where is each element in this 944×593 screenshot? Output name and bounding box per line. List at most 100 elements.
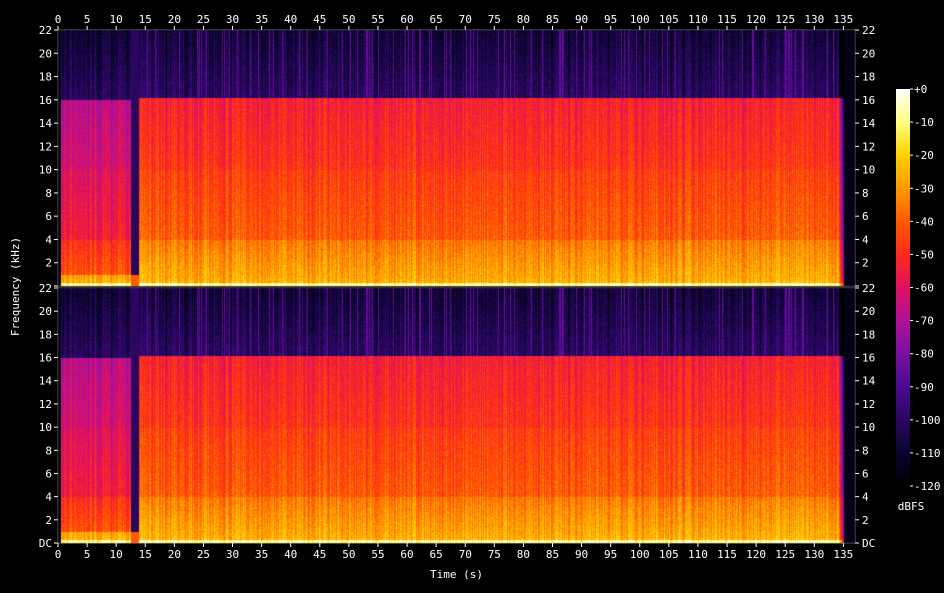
y-tick-label-left: 18 xyxy=(39,71,52,84)
y-tick-label-left: 20 xyxy=(39,47,52,60)
x-tick-label-bottom: 100 xyxy=(630,548,650,561)
x-tick-label-top: 70 xyxy=(459,13,472,26)
x-tick-label-top: 125 xyxy=(775,13,795,26)
x-tick-label-top: 80 xyxy=(517,13,530,26)
colorbar-tick-label: -10 xyxy=(914,116,934,129)
y-tick-label-right: 14 xyxy=(862,117,876,130)
y-tick-label-left: 16 xyxy=(39,94,52,107)
y-tick-label-left: 6 xyxy=(45,210,52,223)
x-tick-label-bottom: 40 xyxy=(284,548,297,561)
x-tick-label-bottom: 135 xyxy=(833,548,853,561)
y-tick-label-right: DC xyxy=(862,537,875,550)
colorbar-tick-label: -40 xyxy=(914,215,934,228)
y-tick-label-left: DC xyxy=(39,537,52,550)
channel-1-plot-area xyxy=(58,30,855,286)
x-tick-label-bottom: 20 xyxy=(168,548,181,561)
x-tick-label-bottom: 90 xyxy=(575,548,588,561)
colorbar xyxy=(896,89,910,486)
colorbar-tick-label: -70 xyxy=(914,315,934,328)
x-tick-label-top: 45 xyxy=(313,13,326,26)
x-tick-label-bottom: 35 xyxy=(255,548,268,561)
y-tick-label-right: 20 xyxy=(862,47,875,60)
x-tick-label-bottom: 80 xyxy=(517,548,530,561)
spectrogram-figure: 2 2 4 4 6 6 8 8 10 10 12 12 14 14 16 16 18 18 20 20 22 22 DC DC… xyxy=(0,0,944,593)
y-tick-label-right: 16 xyxy=(862,352,875,365)
y-tick-label-right: 10 xyxy=(862,421,875,434)
colorbar-tick-label: -110 xyxy=(914,447,941,460)
y-tick-label-right: 14 xyxy=(862,375,876,388)
x-tick-label-bottom: 125 xyxy=(775,548,795,561)
x-tick-label-top: 40 xyxy=(284,13,297,26)
x-tick-label-top: 135 xyxy=(833,13,853,26)
x-tick-label-bottom: 75 xyxy=(488,548,501,561)
y-tick-label-right: 4 xyxy=(862,233,869,246)
x-tick-label-top: 130 xyxy=(804,13,824,26)
x-axis-title: Time (s) xyxy=(430,568,483,581)
x-tick-label-bottom: 15 xyxy=(139,548,152,561)
colorbar-tick-label: -60 xyxy=(914,282,934,295)
x-tick-label-bottom: 55 xyxy=(371,548,384,561)
y-tick-label-right: 16 xyxy=(862,94,875,107)
y-tick-label-right: 10 xyxy=(862,164,875,177)
x-tick-label-top: 50 xyxy=(342,13,355,26)
colorbar-tick-label: -90 xyxy=(914,381,934,394)
x-tick-label-bottom: 110 xyxy=(688,548,708,561)
y-tick-label-left: 12 xyxy=(39,398,52,411)
x-tick-label-top: 10 xyxy=(110,13,123,26)
x-tick-label-top: 120 xyxy=(746,13,766,26)
x-tick-label-top: 115 xyxy=(717,13,737,26)
x-tick-label-top: 5 xyxy=(84,13,91,26)
y-tick-label-left: 4 xyxy=(45,233,52,246)
colorbar-tick-label: -100 xyxy=(914,414,941,427)
x-tick-label-top: 90 xyxy=(575,13,588,26)
y-tick-label-right: 2 xyxy=(862,514,869,527)
colorbar-tick-label: +0 xyxy=(914,83,927,96)
y-axis-title: Frequency (kHz) xyxy=(9,237,22,336)
colorbar-tick-label: -30 xyxy=(914,182,934,195)
x-tick-label-top: 75 xyxy=(488,13,501,26)
y-tick-label-right: 8 xyxy=(862,444,869,457)
x-tick-label-top: 110 xyxy=(688,13,708,26)
y-tick-label-right: 6 xyxy=(862,467,869,480)
x-tick-label-top: 25 xyxy=(197,13,210,26)
x-tick-label-top: 15 xyxy=(139,13,152,26)
y-tick-label-left: 8 xyxy=(45,444,52,457)
y-tick-label-left: 10 xyxy=(39,164,52,177)
colorbar-tick-label: -50 xyxy=(914,248,934,261)
y-tick-label-right: 6 xyxy=(862,210,869,223)
y-tick-label-right: 22 xyxy=(862,282,875,295)
y-tick-label-left: 6 xyxy=(45,467,52,480)
y-tick-label-right: 18 xyxy=(862,71,875,84)
y-tick-label-left: 10 xyxy=(39,421,52,434)
y-tick-label-left: 20 xyxy=(39,305,52,318)
x-tick-label-bottom: 65 xyxy=(430,548,443,561)
x-tick-label-top: 85 xyxy=(546,13,559,26)
x-tick-label-bottom: 115 xyxy=(717,548,737,561)
y-tick-label-right: 12 xyxy=(862,398,875,411)
y-tick-label-left: 22 xyxy=(39,282,52,295)
x-tick-label-top: 35 xyxy=(255,13,268,26)
x-tick-label-bottom: 130 xyxy=(804,548,824,561)
x-tick-label-bottom: 10 xyxy=(110,548,123,561)
y-tick-label-left: 2 xyxy=(45,514,52,527)
y-tick-label-right: 22 xyxy=(862,24,875,37)
y-tick-label-left: 14 xyxy=(39,375,53,388)
y-tick-label-right: 12 xyxy=(862,140,875,153)
y-tick-label-left: 18 xyxy=(39,328,52,341)
y-tick-label-left: 22 xyxy=(39,24,52,37)
x-tick-label-bottom: 95 xyxy=(604,548,617,561)
x-tick-label-bottom: 60 xyxy=(400,548,413,561)
channel-2-plot-area xyxy=(58,288,855,543)
x-tick-label-bottom: 30 xyxy=(226,548,239,561)
y-tick-label-left: 2 xyxy=(45,257,52,270)
x-tick-label-top: 60 xyxy=(400,13,413,26)
colorbar-title: dBFS xyxy=(898,500,925,513)
x-tick-label-bottom: 45 xyxy=(313,548,326,561)
x-tick-label-top: 30 xyxy=(226,13,239,26)
x-tick-label-bottom: 5 xyxy=(84,548,91,561)
colorbar-tick-label: -20 xyxy=(914,149,934,162)
y-tick-label-left: 14 xyxy=(39,117,53,130)
spectrogram-chart: 2 24 46 68 810 1012 1214 1416 1618 1820 2022 22DC DC… xyxy=(9,13,941,581)
x-tick-label-top: 95 xyxy=(604,13,617,26)
y-tick-label-right: 20 xyxy=(862,305,875,318)
